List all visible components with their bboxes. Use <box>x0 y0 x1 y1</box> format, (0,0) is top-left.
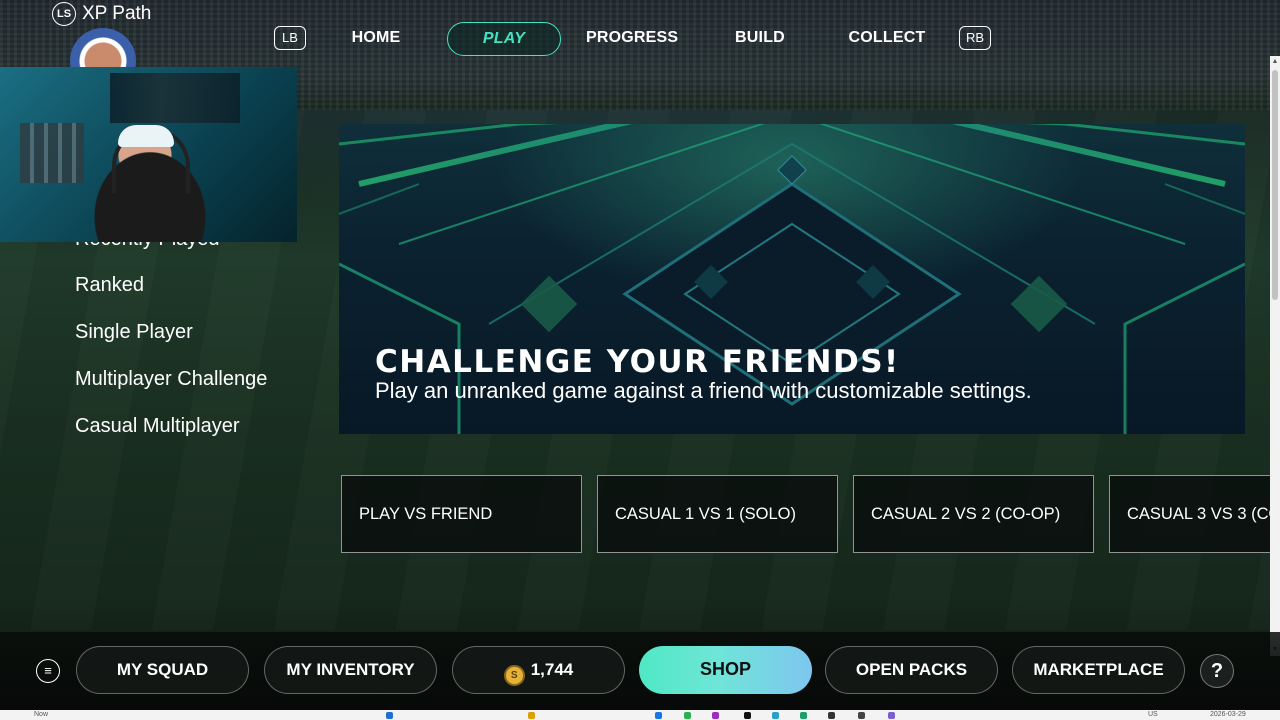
menu-item-single-player[interactable]: Single Player <box>75 321 193 344</box>
webcam-overlay <box>0 67 297 242</box>
taskbar-app-icon[interactable] <box>828 712 835 719</box>
scrollbar[interactable]: ▲ ▼ <box>1270 56 1280 656</box>
taskbar-left-text: Now <box>34 711 49 718</box>
menu-item-multiplayer-challenge[interactable]: Multiplayer Challenge <box>75 368 267 391</box>
shop-button[interactable]: SHOP <box>639 646 812 694</box>
coin-icon: S <box>503 665 525 686</box>
hero-subtitle: Play an unranked game against a friend w… <box>375 378 1032 403</box>
os-taskbar: Now US 2026-03-29 <box>0 710 1280 720</box>
menu-item-ranked[interactable]: Ranked <box>75 274 144 297</box>
coins-balance[interactable]: S 1,744 <box>452 646 625 694</box>
cap <box>118 125 174 147</box>
card-play-vs-friend[interactable]: PLAY VS FRIEND <box>341 475 582 553</box>
scroll-up-icon[interactable]: ▲ <box>1271 58 1279 66</box>
coin-count: 1,744 <box>530 660 574 679</box>
jersey-on-wall <box>110 73 240 123</box>
xp-path[interactable]: LS XP Path <box>52 2 151 26</box>
menu-icon[interactable]: ≡ <box>36 659 60 683</box>
card-label: PLAY VS FRIEND <box>359 505 493 523</box>
card-casual-2v2[interactable]: CASUAL 2 VS 2 (CO-OP) <box>853 475 1094 553</box>
scrollbar-thumb[interactable] <box>1272 70 1278 300</box>
card-label: CASUAL 3 VS 3 (CO <box>1127 505 1279 523</box>
card-label: CASUAL 2 VS 2 (CO-OP) <box>871 505 1061 523</box>
taskbar-app-icon[interactable] <box>744 712 751 719</box>
taskbar-app-icon[interactable] <box>655 712 662 719</box>
windows-start-icon[interactable] <box>386 712 393 719</box>
menu-item-casual-multiplayer[interactable]: Casual Multiplayer <box>75 415 240 438</box>
help-icon[interactable]: ? <box>1200 654 1234 688</box>
tab-play[interactable]: PLAY <box>447 22 561 56</box>
taskbar-date[interactable]: 2026-03-29 <box>1210 710 1246 720</box>
marketplace-button[interactable]: MARKETPLACE <box>1012 646 1185 694</box>
collectibles-shelf <box>20 123 84 183</box>
rb-bumper-icon[interactable]: RB <box>959 26 991 50</box>
taskbar-app-icon[interactable] <box>888 712 895 719</box>
tab-build[interactable]: BUILD <box>726 22 794 54</box>
taskbar-app-icon[interactable] <box>528 712 535 719</box>
tab-home[interactable]: HOME <box>336 22 416 54</box>
card-casual-1v1[interactable]: CASUAL 1 VS 1 (SOLO) <box>597 475 838 553</box>
hero-banner: CHALLENGE YOUR FRIENDS! Play an unranked… <box>339 124 1245 434</box>
card-label: CASUAL 1 VS 1 (SOLO) <box>615 505 796 523</box>
left-stick-icon: LS <box>52 2 76 26</box>
taskbar-app-icon[interactable] <box>712 712 719 719</box>
tab-collect[interactable]: COLLECT <box>848 22 926 54</box>
tab-progress[interactable]: PROGRESS <box>586 22 678 54</box>
taskbar-app-icon[interactable] <box>772 712 779 719</box>
card-casual-3v3[interactable]: CASUAL 3 VS 3 (CO <box>1109 475 1279 553</box>
open-packs-button[interactable]: OPEN PACKS <box>825 646 998 694</box>
taskbar-app-icon[interactable] <box>858 712 865 719</box>
taskbar-app-icon[interactable] <box>684 712 691 719</box>
xp-path-label: XP Path <box>82 3 152 24</box>
lb-bumper-icon[interactable]: LB <box>274 26 306 50</box>
hero-title: CHALLENGE YOUR FRIENDS! <box>375 344 900 380</box>
my-squad-button[interactable]: MY SQUAD <box>76 646 249 694</box>
my-inventory-button[interactable]: MY INVENTORY <box>264 646 437 694</box>
taskbar-app-icon[interactable] <box>800 712 807 719</box>
taskbar-language[interactable]: US <box>1148 710 1158 720</box>
